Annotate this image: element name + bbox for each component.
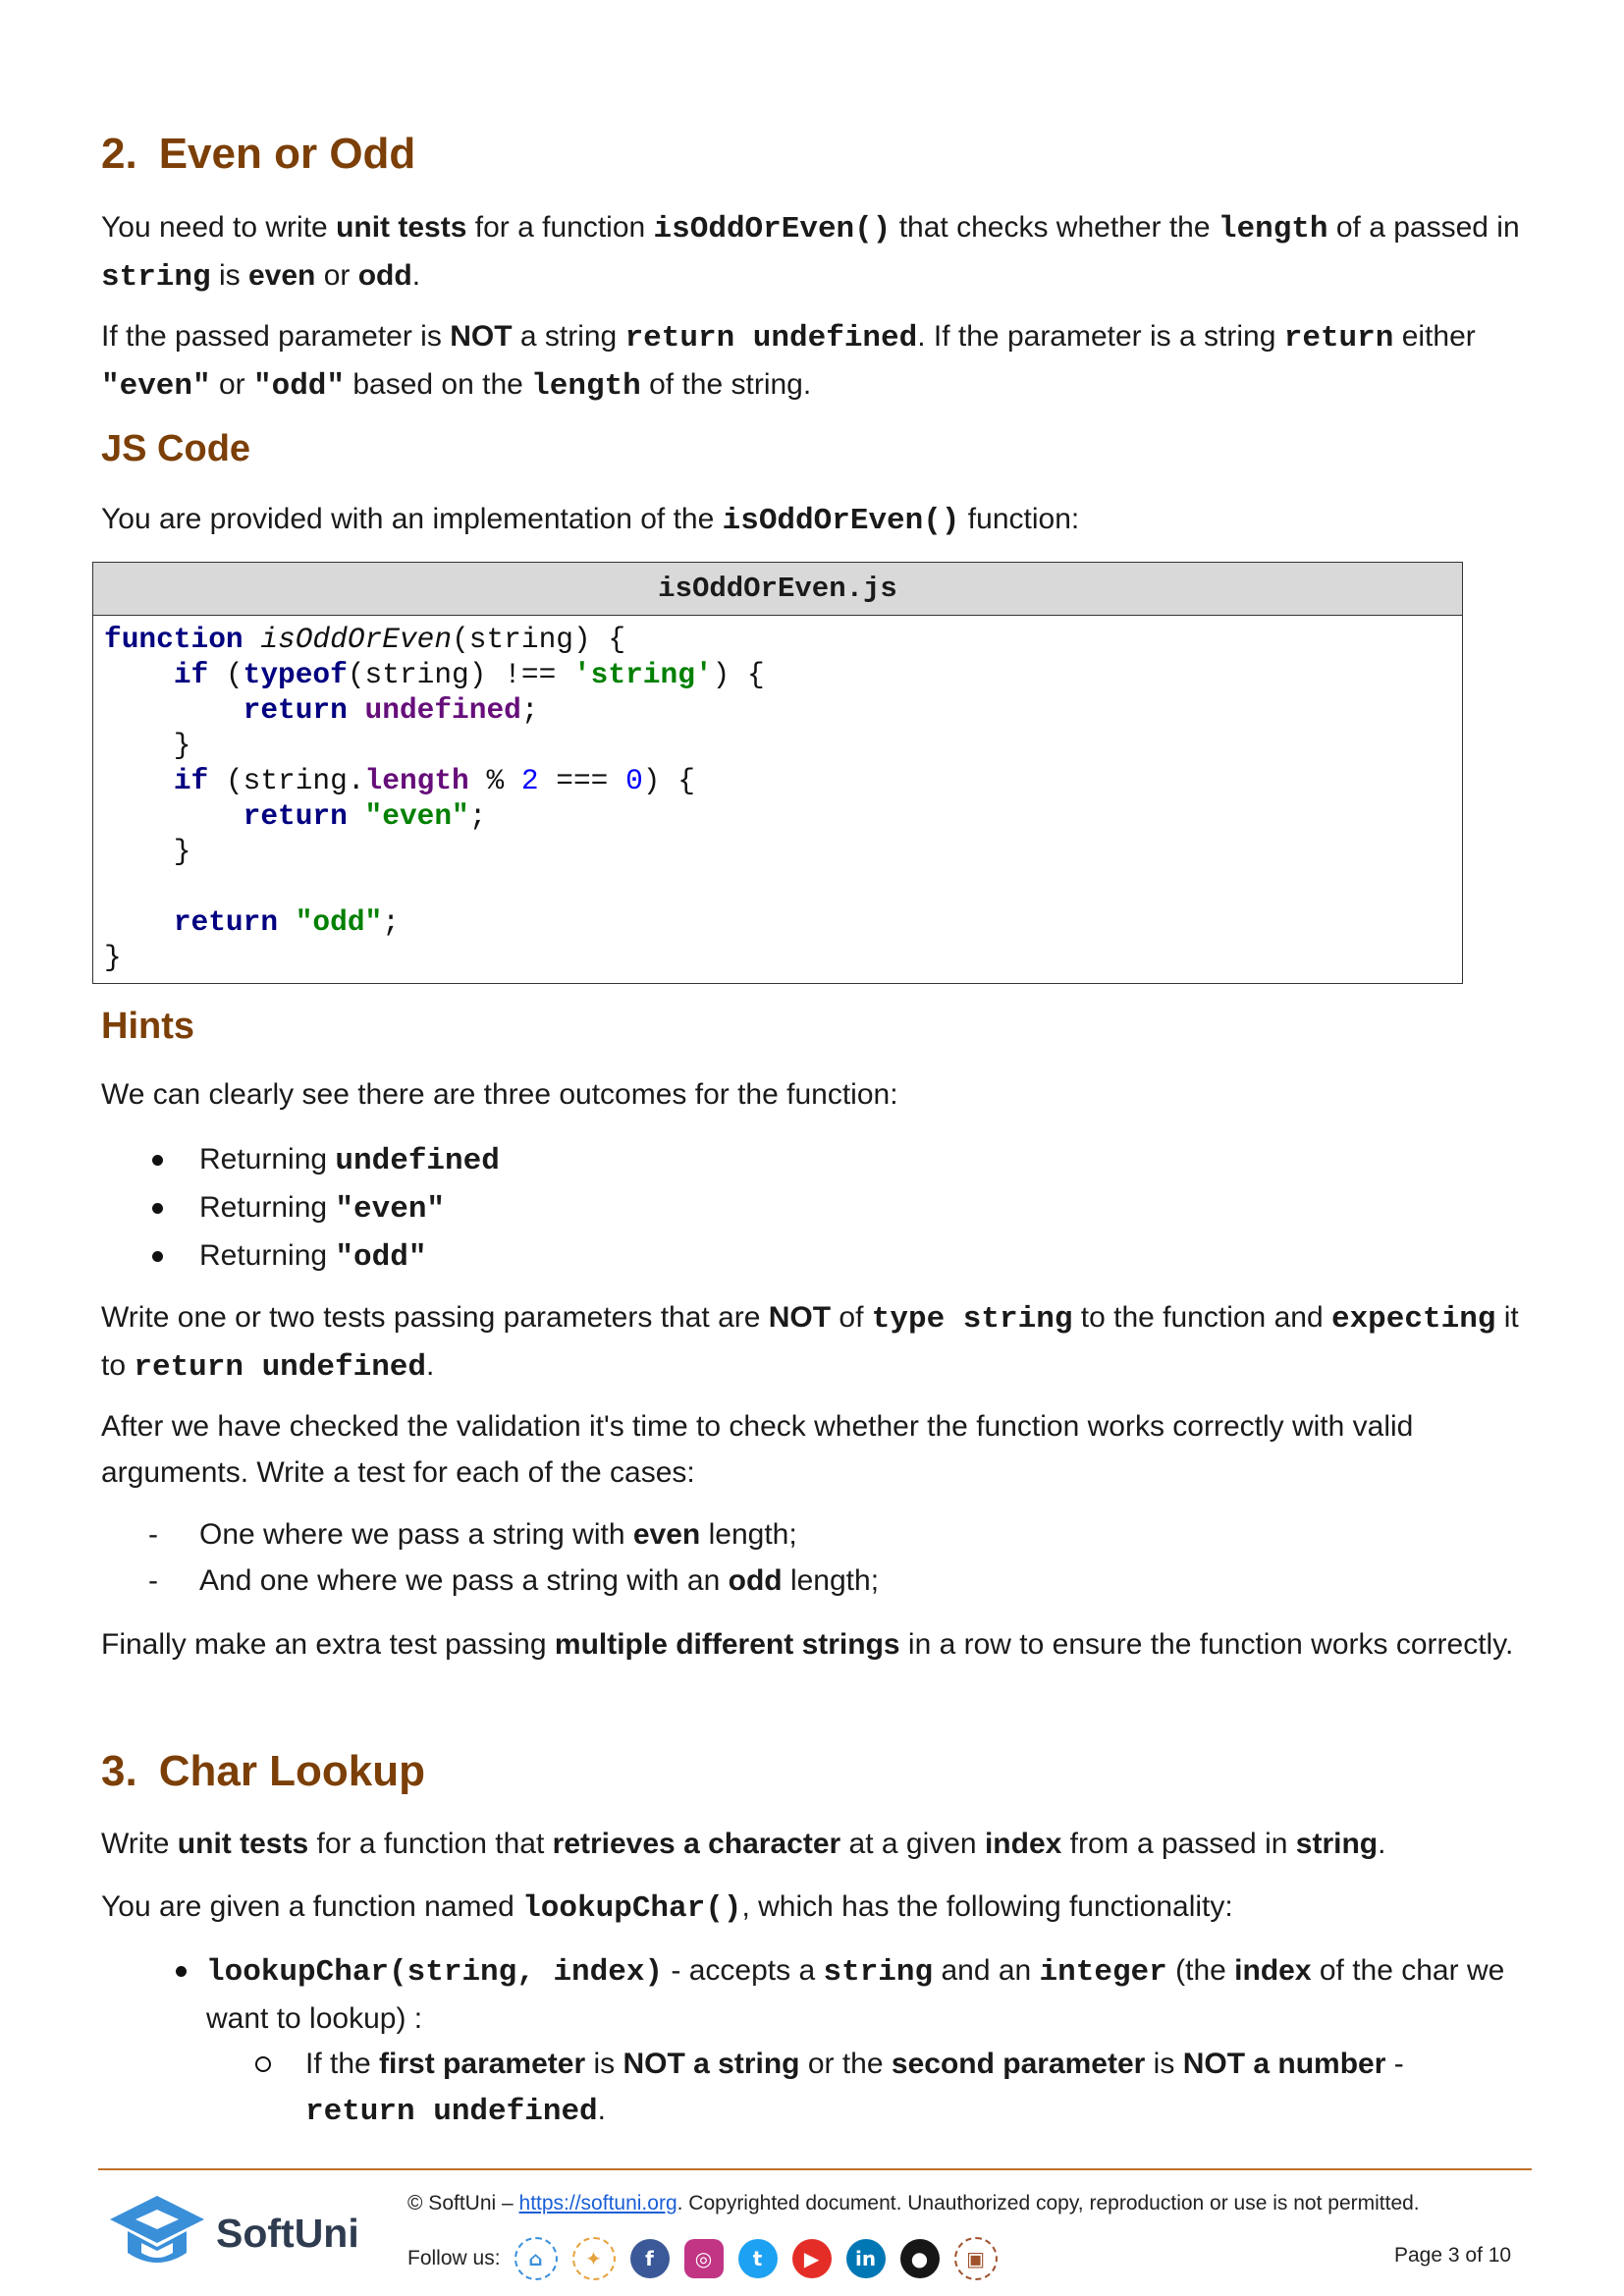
logo-text: SoftUni — [216, 2210, 359, 2256]
softuni-cap-icon — [110, 2196, 204, 2263]
github-icon[interactable]: ● — [899, 2239, 940, 2278]
page-number: Page 3 of 10 — [1394, 2244, 1512, 2267]
code-table: isOddOrEven.js function isOddOrEven(stri… — [92, 562, 1463, 984]
list-item: - And one where we pass a string with an … — [148, 1564, 880, 1597]
linkedin-icon[interactable]: in — [845, 2239, 886, 2278]
list-item: - One where we pass a string with even le… — [148, 1518, 797, 1551]
list-item: Returning undefined — [101, 1136, 1544, 1184]
youtube-icon[interactable]: ▶ — [791, 2239, 832, 2278]
section-heading-even-or-odd: 2. Even or Odd — [101, 130, 416, 178]
outcomes-intro: We can clearly see there are three outco… — [101, 1078, 898, 1111]
softuni-icon[interactable]: ⌂ — [514, 2237, 558, 2280]
follow-us: Follow us: ⌂ ✦ f ◎ t ▶ in ● ▣ — [407, 2237, 1012, 2280]
char-lookup-intro: Write unit tests for a function that ret… — [101, 1828, 1386, 1860]
softuni-creative-icon[interactable]: ✦ — [571, 2237, 616, 2280]
validation-paragraph: After we have checked the validation it'… — [101, 1410, 1414, 1489]
code-filename: isOddOrEven.js — [93, 563, 1462, 616]
copyright-notice: © SoftUni – https://softuni.org. Copyrig… — [407, 2192, 1420, 2214]
softuni-box-icon[interactable]: ▣ — [953, 2237, 998, 2280]
section-heading-char-lookup: 3. Char Lookup — [101, 1747, 426, 1795]
provided-paragraph: You are provided with an implementation … — [101, 503, 1080, 538]
sub-list-item: If the first parameter is NOT a string o… — [101, 2041, 1515, 2135]
footer-divider — [98, 2168, 1532, 2170]
softuni-logo[interactable]: SoftUni — [106, 2192, 359, 2274]
list-item: Returning "odd" — [101, 1232, 1544, 1281]
final-paragraph: Finally make an extra test passing multi… — [101, 1628, 1514, 1661]
instagram-icon[interactable]: ◎ — [683, 2239, 724, 2278]
follow-label: Follow us: — [407, 2247, 501, 2269]
twitter-icon[interactable]: t — [737, 2239, 778, 2278]
facebook-icon[interactable]: f — [629, 2239, 670, 2278]
list-item: Returning "even" — [101, 1184, 1544, 1232]
rule-paragraph: If the passed parameter is NOT a string … — [101, 320, 1476, 404]
intro-paragraph: You need to write unit tests for a funct… — [101, 211, 1520, 295]
given-paragraph: You are given a function named lookupCha… — [101, 1890, 1233, 1926]
js-code-heading: JS Code — [101, 428, 251, 469]
code-block: function isOddOrEven(string) { if (typeo… — [104, 623, 765, 974]
softuni-link[interactable]: https://softuni.org — [519, 2192, 677, 2214]
hints-heading: Hints — [101, 1006, 194, 1047]
list-item: lookupChar(string, index) - accepts a st… — [101, 1947, 1515, 2042]
tests-paragraph: Write one or two tests passing parameter… — [101, 1301, 1519, 1385]
